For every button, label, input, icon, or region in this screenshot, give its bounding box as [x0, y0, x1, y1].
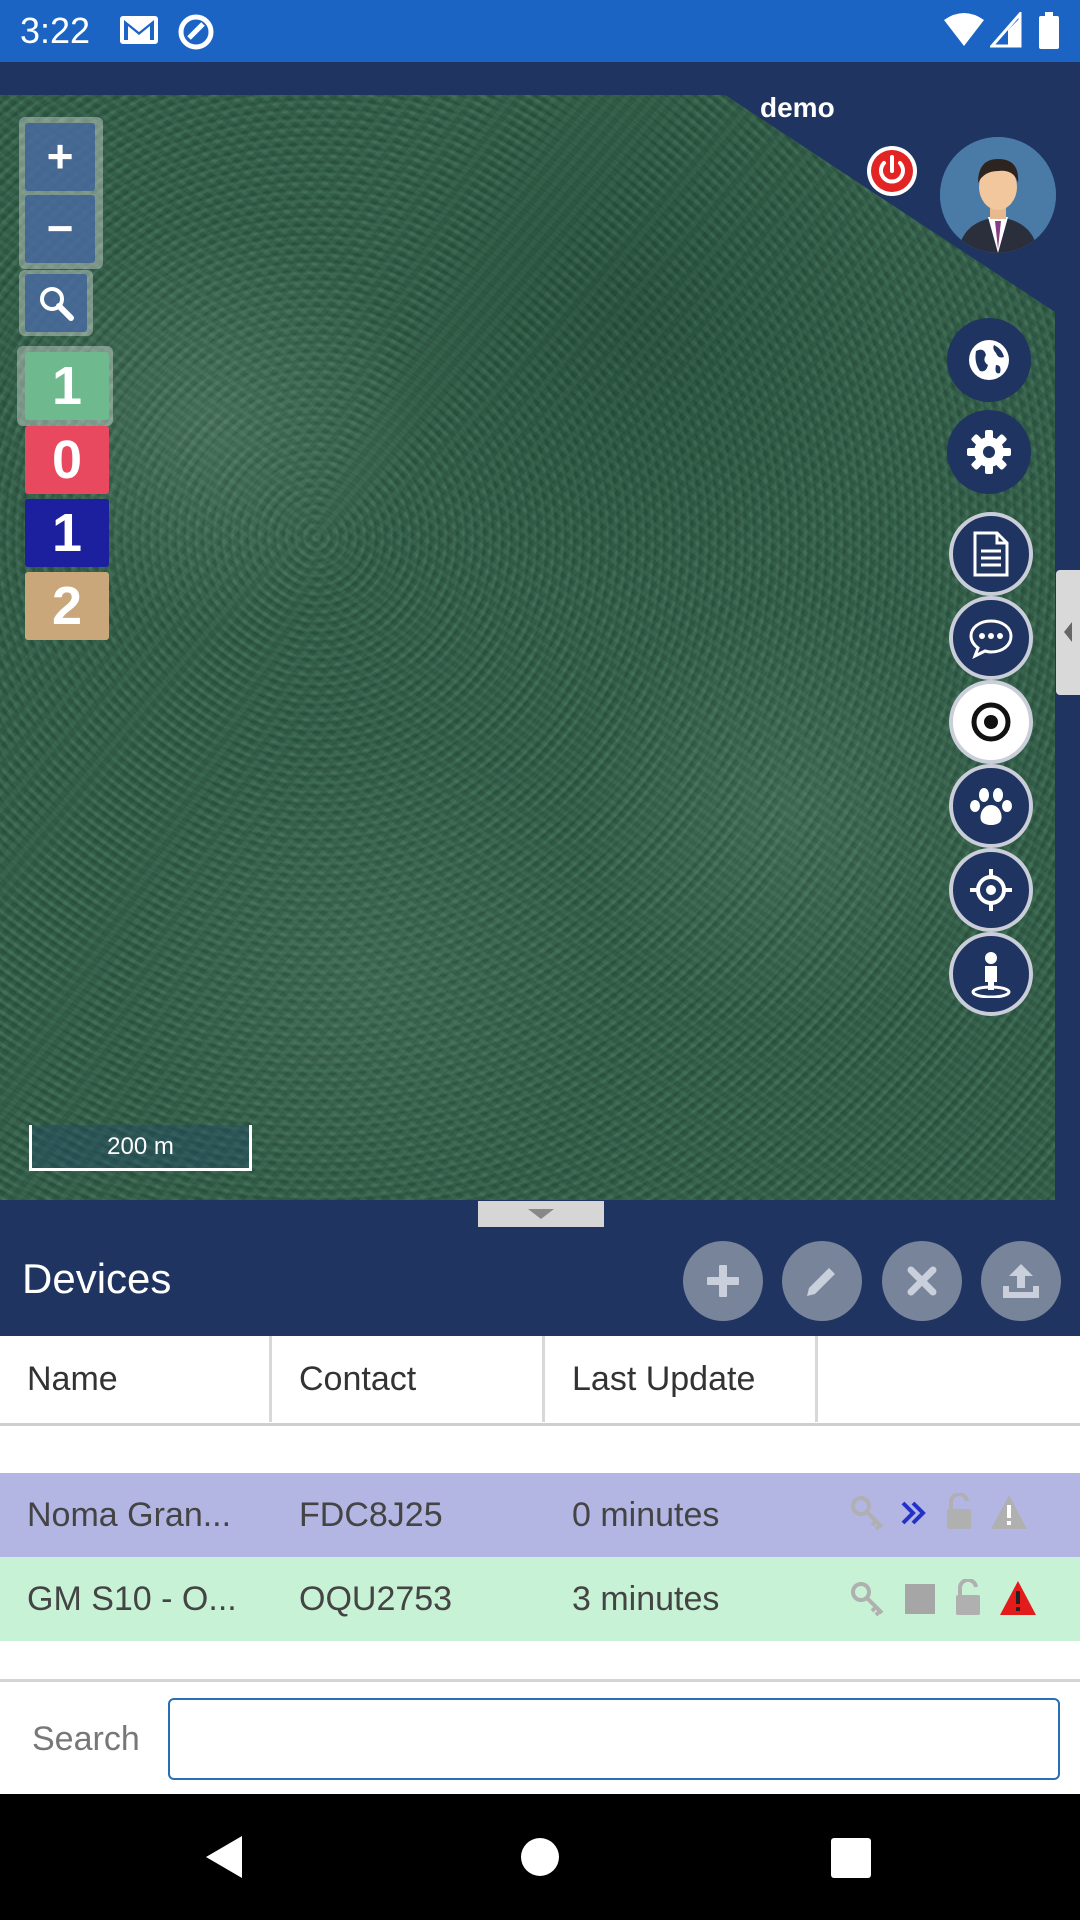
power-icon [871, 150, 913, 192]
map-view[interactable] [0, 95, 1055, 1200]
logout-button[interactable] [867, 146, 917, 196]
key-icon[interactable] [850, 1581, 886, 1617]
table-row[interactable]: Noma Gran... FDC8J25 0 minutes [0, 1473, 1080, 1557]
wifi-icon [944, 12, 984, 53]
counter-blue[interactable]: 1 [25, 499, 109, 567]
zoom-in-button[interactable]: + [25, 123, 95, 191]
device-name: Noma Gran... [27, 1496, 232, 1534]
drawer-handle[interactable] [478, 1201, 604, 1227]
report-button[interactable] [949, 512, 1033, 596]
delete-device-button[interactable] [882, 1241, 962, 1321]
key-icon[interactable] [850, 1495, 886, 1531]
double-chevron-right-icon[interactable] [899, 1497, 929, 1529]
messages-button[interactable] [949, 596, 1033, 680]
chevron-down-icon [528, 1209, 554, 1219]
battery-icon [1038, 12, 1060, 55]
column-header-last-update[interactable]: Last Update [545, 1336, 818, 1422]
home-button[interactable] [521, 1838, 559, 1881]
map-search-control [19, 270, 93, 336]
sync-icon [176, 12, 216, 57]
locate-button[interactable] [949, 848, 1033, 932]
avatar[interactable] [940, 137, 1056, 253]
zoom-out-button[interactable]: − [25, 195, 95, 263]
paw-icon [970, 788, 1012, 825]
device-search-bar: Search [0, 1679, 1080, 1794]
stop-icon[interactable] [905, 1584, 935, 1614]
devices-table: Name Contact Last Update Noma Gran... FD… [0, 1336, 1080, 1681]
android-nav-bar [0, 1794, 1080, 1920]
side-panel-toggle[interactable] [1056, 570, 1080, 695]
counter-red[interactable]: 0 [25, 426, 109, 494]
recents-icon [831, 1838, 871, 1878]
gmail-icon [118, 12, 160, 53]
search-icon [40, 287, 74, 321]
crosshair-icon [970, 869, 1012, 911]
add-device-button[interactable] [683, 1241, 763, 1321]
person-pin-icon [971, 952, 1011, 998]
home-icon [521, 1838, 559, 1876]
document-icon [973, 531, 1009, 577]
device-name: GM S10 - O... [27, 1580, 237, 1618]
globe-icon [969, 340, 1009, 380]
status-time: 3:22 [20, 10, 91, 51]
search-label: Search [32, 1720, 140, 1758]
device-contact: FDC8J25 [299, 1496, 443, 1534]
table-row[interactable]: GM S10 - O... OQU2753 3 minutes [0, 1557, 1080, 1641]
recents-button[interactable] [831, 1838, 871, 1883]
gear-icon [967, 430, 1011, 474]
user-avatar-icon [940, 137, 1056, 253]
settings-button[interactable] [947, 410, 1031, 494]
street-view-button[interactable] [949, 932, 1033, 1016]
device-last-update: 0 minutes [572, 1496, 720, 1534]
username: demo [760, 92, 835, 123]
column-header-contact[interactable]: Contact [272, 1336, 545, 1422]
unlock-icon[interactable] [954, 1579, 982, 1617]
satellite-imagery [0, 95, 1055, 1200]
alert-icon[interactable] [998, 1579, 1038, 1617]
column-header-name[interactable]: Name [0, 1336, 272, 1422]
globe-button[interactable] [947, 318, 1031, 402]
device-contact: OQU2753 [299, 1580, 453, 1618]
search-input[interactable] [168, 1698, 1060, 1780]
pencil-icon [807, 1268, 835, 1296]
back-icon [206, 1836, 242, 1878]
zoom-control: + − [19, 117, 103, 269]
devices-title: Devices [22, 1255, 172, 1302]
chevron-left-icon [1064, 622, 1072, 642]
status-bar: 3:22 [0, 0, 1080, 62]
target-button[interactable] [949, 680, 1033, 764]
chat-icon [969, 619, 1013, 659]
counter-tan[interactable]: 2 [25, 572, 109, 640]
counter-green[interactable]: 1 [25, 352, 109, 420]
target-icon [971, 702, 1011, 742]
plus-icon [707, 1265, 739, 1297]
map-search-button[interactable] [25, 274, 87, 332]
close-icon [907, 1266, 937, 1296]
back-button[interactable] [202, 1834, 246, 1885]
device-last-update: 3 minutes [572, 1580, 720, 1618]
export-button[interactable] [981, 1241, 1061, 1321]
signal-icon [988, 10, 1022, 53]
unlock-icon[interactable] [945, 1493, 973, 1531]
tracks-button[interactable] [949, 764, 1033, 848]
warning-icon[interactable] [989, 1493, 1029, 1531]
upload-icon [1003, 1264, 1039, 1298]
table-header: Name Contact Last Update [0, 1336, 1080, 1426]
edit-device-button[interactable] [782, 1241, 862, 1321]
map-scale: 200 m [29, 1125, 252, 1171]
